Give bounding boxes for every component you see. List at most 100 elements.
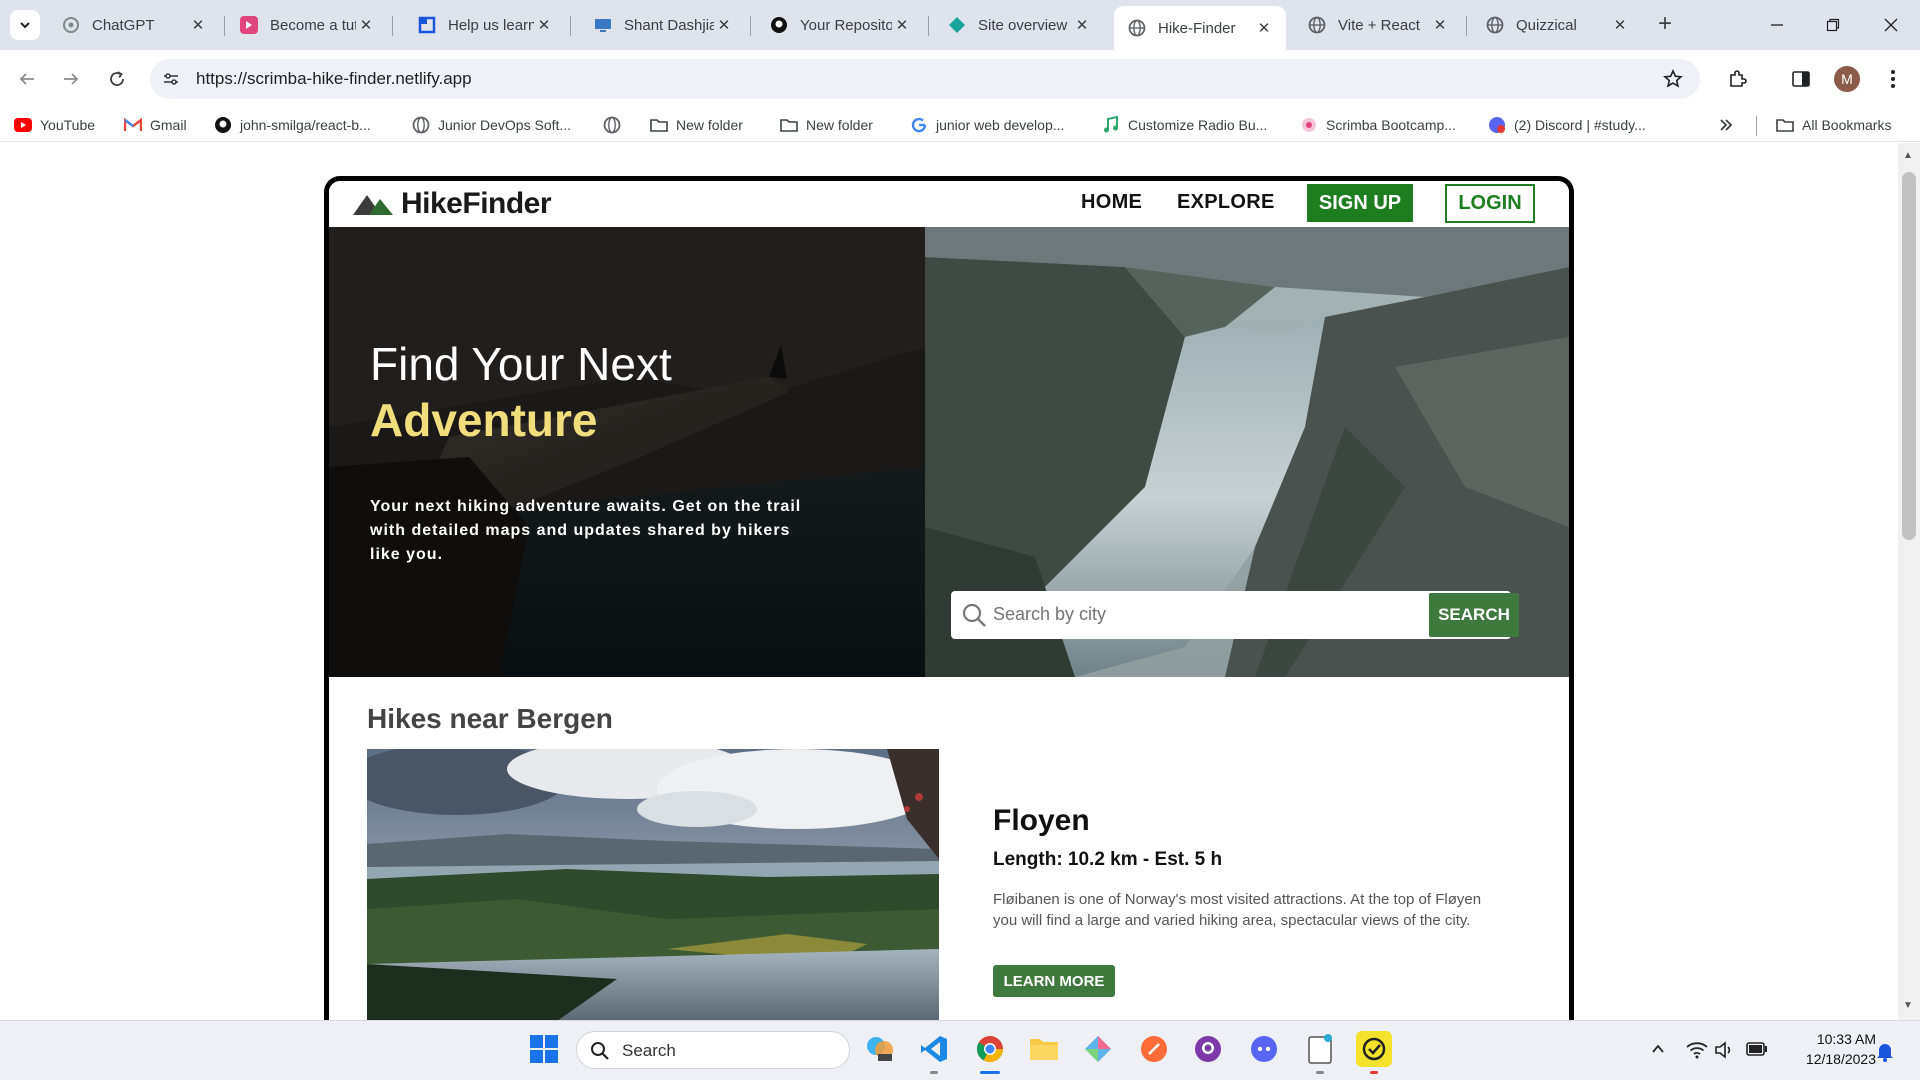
bookmark-scrimba-bootcamp[interactable]: Scrimba Bootcamp... (1300, 114, 1456, 136)
browser-menu-button[interactable] (1878, 64, 1908, 94)
back-button[interactable] (12, 64, 42, 94)
tune-icon (164, 73, 178, 85)
bookmarks-overflow-button[interactable] (1718, 114, 1734, 136)
hero-cliff-image (329, 227, 925, 677)
bookmark-radio-buttons[interactable]: Customize Radio Bu... (1102, 114, 1267, 136)
bookmark-label: All Bookmarks (1802, 117, 1892, 133)
close-icon[interactable]: ✕ (1072, 16, 1092, 34)
restore-button[interactable] (1820, 12, 1846, 38)
bookmark-discord[interactable]: (2) Discord | #study... (1488, 114, 1646, 136)
github-icon (214, 116, 232, 134)
globe-icon (603, 116, 621, 134)
tab-scrimba[interactable]: Become a tut ✕ (226, 6, 388, 44)
volume-button[interactable] (1714, 1041, 1734, 1063)
tab-search-button[interactable] (10, 10, 40, 40)
nav-explore-link[interactable]: EXPLORE (1177, 191, 1275, 214)
scrimba-icon (240, 16, 258, 34)
taskbar-postman[interactable] (1136, 1031, 1172, 1067)
more-vert-icon (1891, 70, 1895, 88)
chrome-icon (976, 1036, 1004, 1063)
windows-icon (530, 1035, 558, 1063)
city-search-input[interactable]: Search by city (993, 604, 1106, 625)
notifications-button[interactable] (1876, 1042, 1894, 1066)
scroll-up-arrow[interactable]: ▲ (1903, 150, 1913, 161)
tab-hike-finder[interactable]: Hike-Finder ✕ (1114, 6, 1286, 50)
close-icon[interactable]: ✕ (356, 16, 376, 34)
tab-quizzical[interactable]: Quizzical ✕ (1472, 6, 1642, 44)
bookmark-new-folder-1[interactable]: New folder (650, 114, 743, 136)
folder-icon (650, 116, 668, 134)
notepad-icon (1308, 1034, 1332, 1064)
tab-divider (392, 16, 393, 36)
close-icon[interactable]: ✕ (1254, 19, 1274, 37)
taskbar-file-explorer[interactable] (1026, 1031, 1062, 1067)
active-app-indicator (980, 1071, 1000, 1074)
site-logo[interactable]: HikeFinder (401, 187, 552, 221)
tab-title: ChatGPT (92, 16, 155, 34)
tab-chatgpt[interactable]: ChatGPT ✕ (48, 6, 220, 44)
running-indicator (1316, 1071, 1324, 1074)
close-icon[interactable]: ✕ (534, 16, 554, 34)
close-icon[interactable]: ✕ (1430, 16, 1450, 34)
scroll-down-arrow[interactable]: ▼ (1903, 1000, 1913, 1011)
new-tab-button[interactable]: + (1652, 12, 1678, 38)
tab-shant[interactable]: Shant Dashjia ✕ (580, 6, 746, 44)
bookmark-react-b[interactable]: john-smilga/react-b... (214, 114, 371, 136)
tab-site-overview[interactable]: Site overview ✕ (934, 6, 1104, 44)
bookmark-junior-web[interactable]: junior web develop... (910, 114, 1064, 136)
extensions-button[interactable] (1722, 64, 1752, 94)
side-panel-button[interactable] (1786, 64, 1816, 94)
taskbar-chrome[interactable] (972, 1031, 1008, 1067)
search-button[interactable]: SEARCH (1429, 593, 1519, 637)
url-text[interactable]: https://scrimba-hike-finder.netlify.app (196, 69, 472, 89)
login-button[interactable]: LOGIN (1445, 184, 1535, 223)
folder-icon (1776, 116, 1794, 134)
battery-button[interactable] (1746, 1041, 1768, 1061)
close-icon[interactable]: ✕ (188, 16, 208, 34)
bookmark-label: Gmail (150, 117, 187, 133)
tray-overflow-button[interactable] (1650, 1041, 1666, 1061)
close-icon[interactable]: ✕ (892, 16, 912, 34)
taskbar-discord[interactable] (1246, 1031, 1282, 1067)
scrollbar-thumb[interactable] (1902, 172, 1916, 540)
all-bookmarks-button[interactable]: All Bookmarks (1776, 114, 1891, 136)
arrow-right-icon (64, 73, 79, 85)
google-icon (910, 116, 928, 134)
close-icon[interactable]: ✕ (714, 16, 734, 34)
tab-github-repo[interactable]: Your Reposito ✕ (756, 6, 924, 44)
reload-button[interactable] (102, 64, 132, 94)
taskbar-checklist-app[interactable] (1356, 1031, 1392, 1067)
start-button[interactable] (526, 1031, 562, 1067)
taskbar-copilot[interactable] (862, 1031, 898, 1067)
close-window-button[interactable] (1878, 12, 1904, 38)
nav-home-link[interactable]: HOME (1081, 191, 1142, 214)
taskbar-git-app[interactable] (1080, 1031, 1116, 1067)
bookmark-youtube[interactable]: YouTube (14, 114, 95, 136)
minimize-button[interactable] (1764, 12, 1790, 38)
bookmark-globe[interactable] (603, 114, 629, 136)
hike-image[interactable] (367, 749, 939, 1049)
signup-button[interactable]: SIGN UP (1307, 184, 1413, 222)
close-icon[interactable]: ✕ (1610, 16, 1630, 34)
tab-vite-react[interactable]: Vite + React ✕ (1294, 6, 1462, 44)
learn-more-button[interactable]: LEARN MORE (993, 965, 1115, 997)
globe-icon (1486, 16, 1504, 34)
clock-time[interactable]: 10:33 AM (1800, 1031, 1876, 1047)
clock-date[interactable]: 12/18/2023 (1784, 1051, 1876, 1067)
hero-section: Find Your Next Adventure Your next hikin… (329, 227, 1569, 677)
tab-help-us-learn[interactable]: Help us learn ✕ (404, 6, 566, 44)
taskbar-github-desktop[interactable] (1190, 1031, 1226, 1067)
forward-button[interactable] (56, 64, 86, 94)
taskbar-search-box[interactable] (576, 1031, 850, 1069)
bookmark-star-button[interactable] (1658, 64, 1688, 94)
taskbar-notepad[interactable] (1302, 1031, 1338, 1067)
site-info-button[interactable] (156, 64, 186, 94)
wifi-button[interactable] (1686, 1041, 1708, 1063)
bookmark-junior-devops[interactable]: Junior DevOps Soft... (412, 114, 571, 136)
arrow-left-icon (19, 73, 34, 85)
taskbar-vscode[interactable] (916, 1031, 952, 1067)
profile-avatar[interactable]: M (1834, 66, 1860, 92)
git-icon (1085, 1036, 1111, 1062)
bookmark-new-folder-2[interactable]: New folder (780, 114, 873, 136)
bookmark-gmail[interactable]: Gmail (124, 114, 187, 136)
